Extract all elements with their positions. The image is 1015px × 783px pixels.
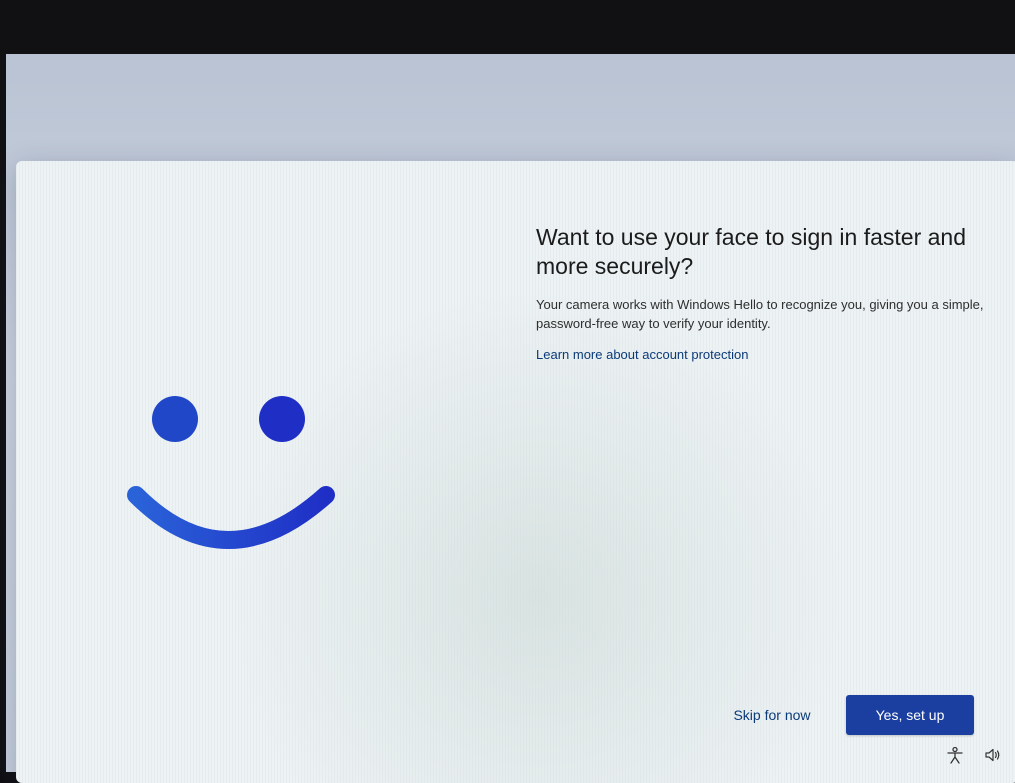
description-text: Your camera works with Windows Hello to …: [536, 297, 984, 331]
page-title: Want to use your face to sign in faster …: [536, 224, 966, 279]
right-eye: [259, 396, 305, 442]
accessibility-icon[interactable]: [946, 746, 964, 764]
skip-for-now-button[interactable]: Skip for now: [716, 695, 828, 735]
smile-mouth: [127, 486, 335, 549]
oobe-content: Want to use your face to sign in faster …: [536, 223, 986, 364]
desktop-background: Want to use your face to sign in faster …: [6, 54, 1015, 783]
windows-hello-smiley-icon: [127, 396, 335, 549]
volume-icon[interactable]: [984, 746, 1002, 764]
status-tray: [946, 746, 1002, 764]
left-eye: [152, 396, 198, 442]
learn-more-link[interactable]: Learn more about account protection: [536, 347, 748, 362]
yes-set-up-button[interactable]: Yes, set up: [846, 695, 974, 735]
monitor-screen: Want to use your face to sign in faster …: [0, 0, 1015, 783]
oobe-dialog: Want to use your face to sign in faster …: [16, 161, 1015, 783]
